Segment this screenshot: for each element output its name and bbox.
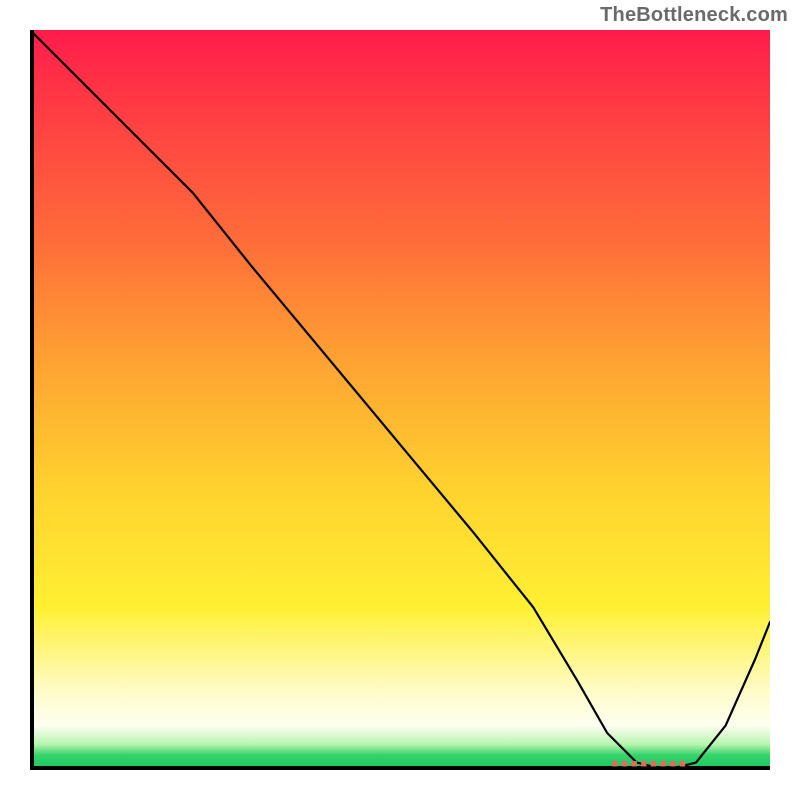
bottleneck-curve xyxy=(30,30,770,770)
watermark-text: TheBottleneck.com xyxy=(600,4,788,27)
chart-container: TheBottleneck.com ■■■■■■■■ xyxy=(0,0,800,800)
optimum-marker-label: ■■■■■■■■ xyxy=(612,758,689,770)
